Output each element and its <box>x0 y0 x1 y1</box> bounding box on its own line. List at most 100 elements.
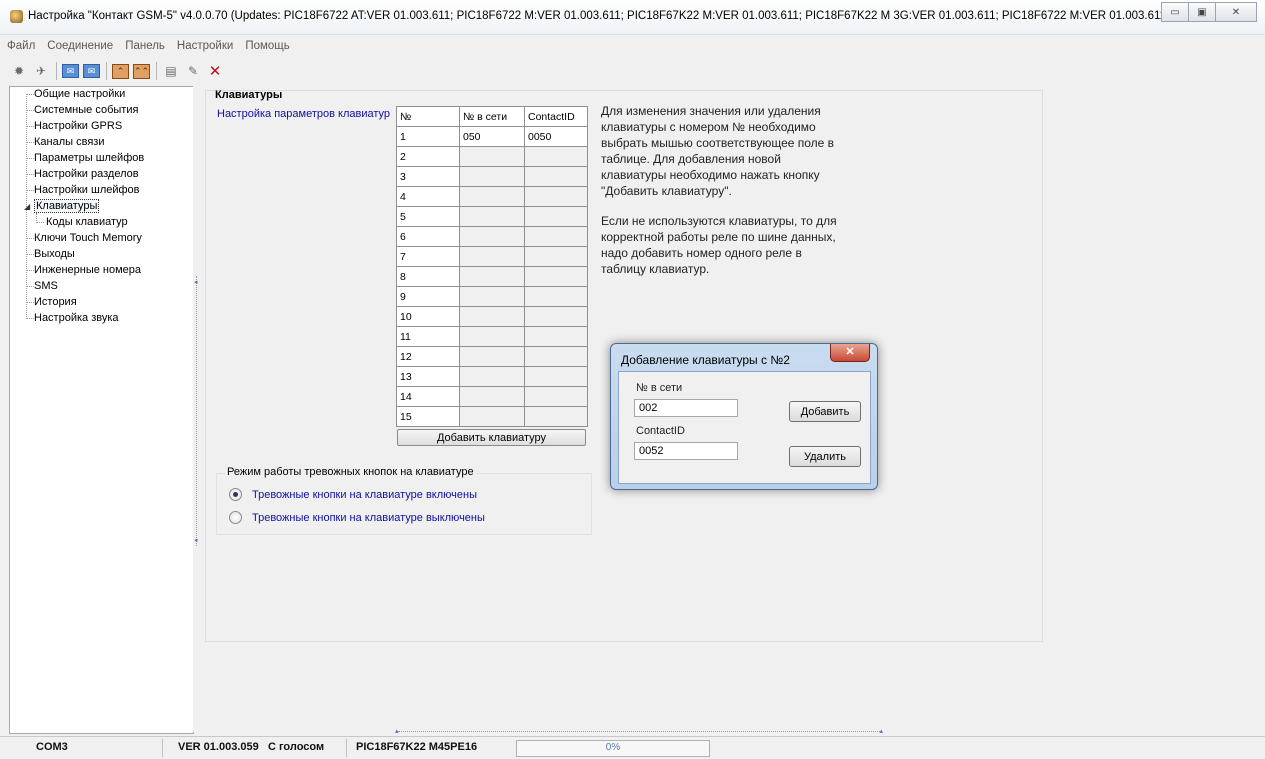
table-row[interactable]: 8 <box>396 266 588 287</box>
table-row[interactable]: 5 <box>396 206 588 227</box>
cell-net-number[interactable] <box>459 246 525 267</box>
tree-item-loops[interactable]: Настройки шлейфов <box>34 183 140 198</box>
table-row[interactable]: 14 <box>396 386 588 407</box>
tree-item-loop-params[interactable]: Параметры шлейфов <box>34 151 144 166</box>
cell-contactid[interactable] <box>524 366 588 387</box>
table-row[interactable]: 7 <box>396 246 588 267</box>
maximize-button[interactable]: ▣ <box>1189 2 1216 22</box>
radio-button[interactable] <box>229 511 242 524</box>
dialog-close-button[interactable]: ✕ <box>830 344 870 362</box>
cell-net-number[interactable] <box>459 346 525 367</box>
upload-all-icon[interactable]: ⌃⌃ <box>133 63 150 79</box>
save-icon[interactable]: ✎ <box>184 62 202 80</box>
table-row[interactable]: 13 <box>396 366 588 387</box>
cell-contactid[interactable] <box>524 406 588 427</box>
cell-contactid[interactable]: 0050 <box>524 126 588 147</box>
contactid-input[interactable] <box>634 442 738 460</box>
cell-contactid[interactable] <box>524 386 588 407</box>
cell-contactid[interactable] <box>524 266 588 287</box>
add-keypad-button[interactable]: Добавить клавиатуру <box>397 429 586 446</box>
table-row[interactable]: 2 <box>396 146 588 167</box>
cell-net-number[interactable] <box>459 226 525 247</box>
cell-net-number[interactable] <box>459 366 525 387</box>
tree-item-keypads[interactable]: Клавиатуры <box>34 199 100 214</box>
table-row[interactable]: 9 <box>396 286 588 307</box>
tree-item-general[interactable]: Общие настройки <box>34 87 125 102</box>
write-icon[interactable]: ✉ <box>83 64 100 78</box>
tree-item-sms[interactable]: SMS <box>34 279 58 294</box>
cell-net-number[interactable] <box>459 186 525 207</box>
tree-item-partitions[interactable]: Настройки разделов <box>34 167 139 182</box>
cell-contactid[interactable] <box>524 326 588 347</box>
cell-net-number[interactable] <box>459 386 525 407</box>
column-header-contactid[interactable]: ContactID <box>524 106 588 127</box>
tree-item-history[interactable]: История <box>34 295 77 310</box>
cell-contactid[interactable] <box>524 286 588 307</box>
cell-contactid[interactable] <box>524 306 588 327</box>
table-row[interactable]: 10 <box>396 306 588 327</box>
table-row[interactable]: 6 <box>396 226 588 247</box>
cell-net-number[interactable] <box>459 406 525 427</box>
cell-number[interactable]: 9 <box>396 286 460 307</box>
alarm-disabled-option[interactable]: Тревожные кнопки на клавиатуре выключены <box>229 511 485 524</box>
cell-contactid[interactable] <box>524 346 588 367</box>
cell-contactid[interactable] <box>524 146 588 167</box>
cell-number[interactable]: 3 <box>396 166 460 187</box>
menu-settings[interactable]: Настройки <box>170 37 238 55</box>
cell-net-number[interactable] <box>459 286 525 307</box>
dialog-add-button[interactable]: Добавить <box>789 401 861 422</box>
cell-number[interactable]: 15 <box>396 406 460 427</box>
cell-number[interactable]: 11 <box>396 326 460 347</box>
cell-contactid[interactable] <box>524 206 588 227</box>
connect-icon[interactable]: ✹ <box>10 62 28 80</box>
splitter-arrow-icon[interactable]: ◂ <box>194 536 198 544</box>
table-row[interactable]: 11 <box>396 326 588 347</box>
cell-number[interactable]: 8 <box>396 266 460 287</box>
splitter-arrow-icon[interactable]: ▴ <box>395 727 399 735</box>
cell-net-number[interactable] <box>459 206 525 227</box>
cell-number[interactable]: 4 <box>396 186 460 207</box>
cell-net-number[interactable] <box>459 266 525 287</box>
cell-number[interactable]: 5 <box>396 206 460 227</box>
tree-item-touch-memory[interactable]: Ключи Touch Memory <box>34 231 142 246</box>
tree-item-gprs[interactable]: Настройки GPRS <box>34 119 122 134</box>
cell-number[interactable]: 1 <box>396 126 460 147</box>
cell-number[interactable]: 6 <box>396 226 460 247</box>
tree-item-engineer-numbers[interactable]: Инженерные номера <box>34 263 141 278</box>
cell-number[interactable]: 13 <box>396 366 460 387</box>
alarm-enabled-option[interactable]: Тревожные кнопки на клавиатуре включены <box>229 488 477 501</box>
cell-net-number[interactable] <box>459 146 525 167</box>
disconnect-icon[interactable]: ✈ <box>32 62 50 80</box>
notes-icon[interactable]: ▤ <box>162 62 180 80</box>
table-row[interactable]: 15 <box>396 406 588 427</box>
cell-contactid[interactable] <box>524 166 588 187</box>
dialog-delete-button[interactable]: Удалить <box>789 446 861 467</box>
cell-contactid[interactable] <box>524 186 588 207</box>
menu-file[interactable]: Файл <box>0 37 40 55</box>
cell-contactid[interactable] <box>524 246 588 267</box>
splitter-arrow-icon[interactable]: ◂ <box>194 278 198 286</box>
tree-expander-icon[interactable]: ◢ <box>24 199 30 214</box>
tree-item-outputs[interactable]: Выходы <box>34 247 75 262</box>
tree-item-sound[interactable]: Настройка звука <box>34 311 119 326</box>
menu-connection[interactable]: Соединение <box>40 37 118 55</box>
tree-item-system-events[interactable]: Системные события <box>34 103 138 118</box>
cell-number[interactable]: 12 <box>396 346 460 367</box>
cell-net-number[interactable] <box>459 326 525 347</box>
cell-net-number[interactable]: 050 <box>459 126 525 147</box>
delete-icon[interactable]: ✕ <box>206 62 224 80</box>
upload-icon[interactable]: ⌃ <box>112 63 129 79</box>
tree-item-keypad-codes[interactable]: Коды клавиатур <box>46 215 128 230</box>
read-icon[interactable]: ✉ <box>62 64 79 78</box>
cell-number[interactable]: 10 <box>396 306 460 327</box>
cell-contactid[interactable] <box>524 226 588 247</box>
table-row[interactable]: 3 <box>396 166 588 187</box>
table-row[interactable]: 4 <box>396 186 588 207</box>
cell-number[interactable]: 2 <box>396 146 460 167</box>
menu-help[interactable]: Помощь <box>238 37 294 55</box>
tree-item-channels[interactable]: Каналы связи <box>34 135 104 150</box>
net-number-input[interactable] <box>634 399 738 417</box>
cell-number[interactable]: 14 <box>396 386 460 407</box>
table-row[interactable]: 12 <box>396 346 588 367</box>
menu-panel[interactable]: Панель <box>118 37 170 55</box>
